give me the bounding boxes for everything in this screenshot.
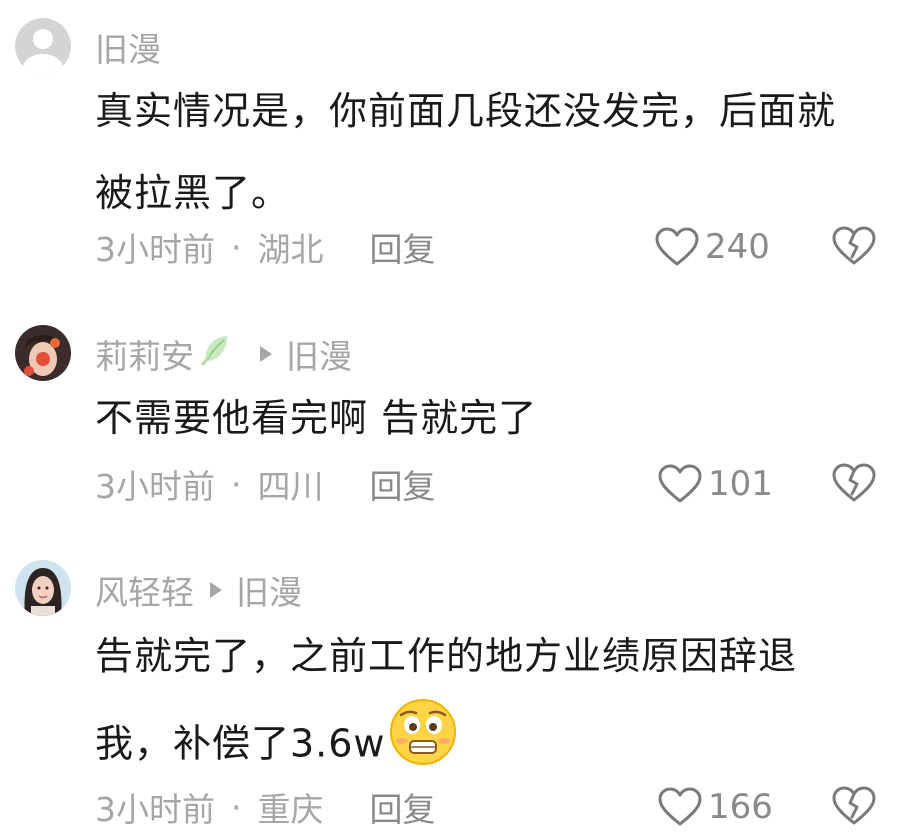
comment-footer: 3小时前 · 四川 回复 101	[95, 459, 885, 509]
dislike-button[interactable]	[832, 463, 876, 511]
worried-face-emoji	[388, 697, 458, 795]
avatar[interactable]	[15, 18, 71, 74]
comment-meta: 风轻轻 旧漫	[95, 570, 302, 612]
broken-heart-icon	[832, 226, 876, 265]
comment-line: 不需要他看完啊 告就完了	[95, 396, 538, 440]
comment-line: 告就完了，之前工作的地方业绩原因辞退	[95, 634, 798, 678]
username[interactable]: 旧漫	[95, 23, 161, 71]
timestamp: 3小时前	[95, 467, 215, 506]
default-avatar-icon	[15, 18, 71, 74]
comment-line: 我，补偿了3.6w	[95, 697, 885, 779]
location: 湖北	[257, 230, 324, 269]
like-button[interactable]: 240	[655, 222, 770, 272]
separator-dot: ·	[231, 787, 242, 827]
leaf-badge-icon	[200, 333, 230, 375]
comment-footer: 3小时前 · 湖北 回复 240	[95, 222, 885, 272]
comment-text: 告就完了，之前工作的地方业绩原因辞退 我，补偿了3.6w	[95, 615, 885, 779]
heart-icon	[655, 227, 699, 266]
reply-to-username[interactable]: 旧漫	[286, 330, 352, 378]
heart-icon	[658, 464, 702, 503]
broken-heart-icon	[832, 786, 876, 825]
avatar[interactable]	[15, 560, 71, 616]
comment-footer: 3小时前 · 重庆 回复 166	[95, 782, 885, 832]
location: 四川	[257, 467, 324, 506]
like-count: 240	[705, 227, 770, 267]
timestamp: 3小时前	[95, 230, 215, 269]
reply-button[interactable]: 回复	[370, 783, 436, 831]
broken-heart-icon	[832, 463, 876, 502]
like-count: 101	[708, 464, 773, 504]
comment-line-text: 我，补偿了3.6w	[95, 721, 386, 766]
separator-dot: ·	[231, 227, 242, 267]
like-button[interactable]: 166	[658, 782, 773, 832]
comment-meta: 旧漫	[95, 27, 161, 69]
like-count: 166	[708, 787, 773, 827]
user-photo-avatar	[15, 325, 71, 381]
username[interactable]: 莉莉安	[95, 330, 194, 378]
comment-line: 真实情况是，你前面几段还没发完，后面就	[95, 89, 837, 133]
dislike-button[interactable]	[832, 786, 876, 834]
timestamp: 3小时前	[95, 790, 215, 829]
comment-text: 真实情况是，你前面几段还没发完，后面就 被拉黑了。	[95, 70, 885, 234]
avatar[interactable]	[15, 325, 71, 381]
comment-text: 不需要他看完啊 告就完了	[95, 377, 885, 459]
reply-button[interactable]: 回复	[370, 460, 436, 508]
dislike-button[interactable]	[832, 226, 876, 274]
location: 重庆	[257, 790, 324, 829]
heart-icon	[658, 787, 702, 826]
like-button[interactable]: 101	[658, 459, 773, 509]
separator-dot: ·	[231, 464, 242, 504]
reply-to-username[interactable]: 旧漫	[236, 566, 302, 614]
user-photo-avatar	[15, 560, 71, 616]
reply-button[interactable]: 回复	[370, 223, 436, 271]
reply-arrow-icon	[260, 346, 272, 362]
comment-meta: 莉莉安 旧漫	[95, 333, 352, 376]
username[interactable]: 风轻轻	[95, 566, 194, 614]
reply-arrow-icon	[210, 582, 222, 598]
